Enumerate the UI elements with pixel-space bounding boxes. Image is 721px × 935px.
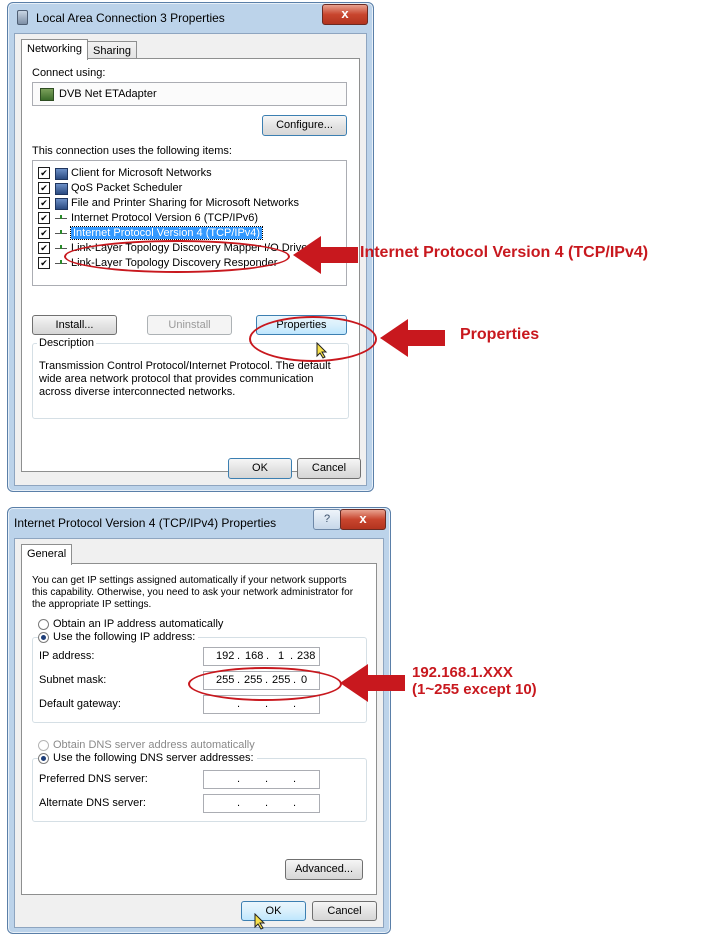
help-button[interactable]: ? [313,509,341,530]
dialog-body: General You can get IP settings assigned… [14,538,384,928]
obtain-ip-auto-radio[interactable]: Obtain an IP address automatically [38,618,223,630]
window-title: Internet Protocol Version 4 (TCP/IPv4) P… [14,516,277,530]
checkbox-icon[interactable]: ✔ [38,242,50,255]
checkbox-icon[interactable]: ✔ [38,227,50,240]
tab-networking[interactable]: Networking [21,39,89,60]
ok-button[interactable]: OK [228,458,292,479]
properties-highlight-ellipse [249,316,377,362]
default-gateway-label: Default gateway: [39,698,121,710]
list-item[interactable]: ✔ File and Printer Sharing for Microsoft … [38,196,346,211]
adapter-icon [40,88,54,101]
radio-selected-icon [38,631,49,643]
ip-callout-line2: (1~255 except 10) [412,681,537,698]
intro-text: You can get IP settings assigned automat… [32,575,354,610]
description-text: Transmission Control Protocol/Internet P… [39,360,331,398]
cursor-icon [254,913,266,930]
static-dns-group: Use the following DNS server addresses: … [32,752,367,822]
cancel-button[interactable]: Cancel [297,458,361,479]
title-bar[interactable]: Local Area Connection 3 Properties x [8,3,373,31]
tab-general[interactable]: General [21,544,73,565]
items-label: This connection uses the following items… [32,145,232,157]
window-title: Local Area Connection 3 Properties [36,11,225,25]
arrow-icon [380,319,445,357]
ok-button[interactable]: OK [241,901,306,921]
scheduler-icon [54,182,68,196]
connect-using-label: Connect using: [32,67,106,79]
use-following-ip-radio[interactable]: Use the following IP address: [38,631,199,643]
alternate-dns-label: Alternate DNS server: [39,797,146,809]
list-item-label: Client for Microsoft Networks [71,167,212,179]
ip-address-label: IP address: [39,650,95,662]
checkbox-icon[interactable]: ✔ [38,212,50,225]
description-label: Description [37,337,97,349]
advanced-button[interactable]: Advanced... [285,859,363,880]
printer-sharing-icon [54,197,68,211]
ip-address-highlight-ellipse [188,667,342,701]
ipv4-highlight-ellipse [64,240,290,273]
ip-callout-line1: 192.168.1.XXX [412,664,513,681]
use-following-dns-radio[interactable]: Use the following DNS server addresses: [38,752,257,764]
close-button[interactable]: x [322,4,368,25]
arrow-icon [293,236,358,274]
subnet-mask-label: Subnet mask: [39,674,107,686]
radio-icon [38,618,49,630]
preferred-dns-input[interactable]: . . . [203,770,320,789]
network-connection-icon [17,10,28,25]
ipv4-properties-dialog: Internet Protocol Version 4 (TCP/IPv4) P… [7,507,391,934]
network-client-icon [54,167,68,181]
alternate-dns-input[interactable]: . . . [203,794,320,813]
list-item[interactable]: ✔ Internet Protocol Version 6 (TCP/IPv6) [38,211,346,226]
checkbox-icon[interactable]: ✔ [38,257,50,270]
list-item[interactable]: ✔ Client for Microsoft Networks [38,166,346,181]
protocol-icon [54,212,68,224]
ip-address-input[interactable]: 192 . 168 . 1 . 238 [203,647,320,666]
uninstall-button: Uninstall [147,315,232,335]
checkbox-icon[interactable]: ✔ [38,167,50,180]
radio-selected-icon [38,752,49,764]
properties-callout: Properties [460,326,540,343]
list-item-label: Internet Protocol Version 6 (TCP/IPv6) [71,212,259,224]
adapter-name: DVB Net ETAdapter [59,88,157,100]
cancel-button[interactable]: Cancel [312,901,377,921]
protocol-icon [54,227,68,239]
configure-button[interactable]: Configure... [262,115,347,136]
checkbox-icon[interactable]: ✔ [38,197,50,210]
checkbox-icon[interactable]: ✔ [38,182,50,195]
install-button[interactable]: Install... [32,315,117,335]
arrow-icon [340,664,405,702]
close-button[interactable]: x [340,509,386,530]
obtain-dns-auto-radio: Obtain DNS server address automatically [38,739,255,751]
radio-disabled-icon [38,739,49,751]
list-item-label: File and Printer Sharing for Microsoft N… [71,197,300,209]
title-bar[interactable]: Internet Protocol Version 4 (TCP/IPv4) P… [8,508,390,536]
ipv4-callout: Internet Protocol Version 4 (TCP/IPv4) [360,244,649,261]
list-item-label: QoS Packet Scheduler [71,182,183,194]
list-item[interactable]: ✔ QoS Packet Scheduler [38,181,346,196]
list-item-label: Internet Protocol Version 4 (TCP/IPv4) [69,226,264,240]
general-tab-page: You can get IP settings assigned automat… [21,563,377,895]
cursor-icon [316,342,328,359]
adapter-field: DVB Net ETAdapter [32,82,347,106]
preferred-dns-label: Preferred DNS server: [39,773,148,785]
